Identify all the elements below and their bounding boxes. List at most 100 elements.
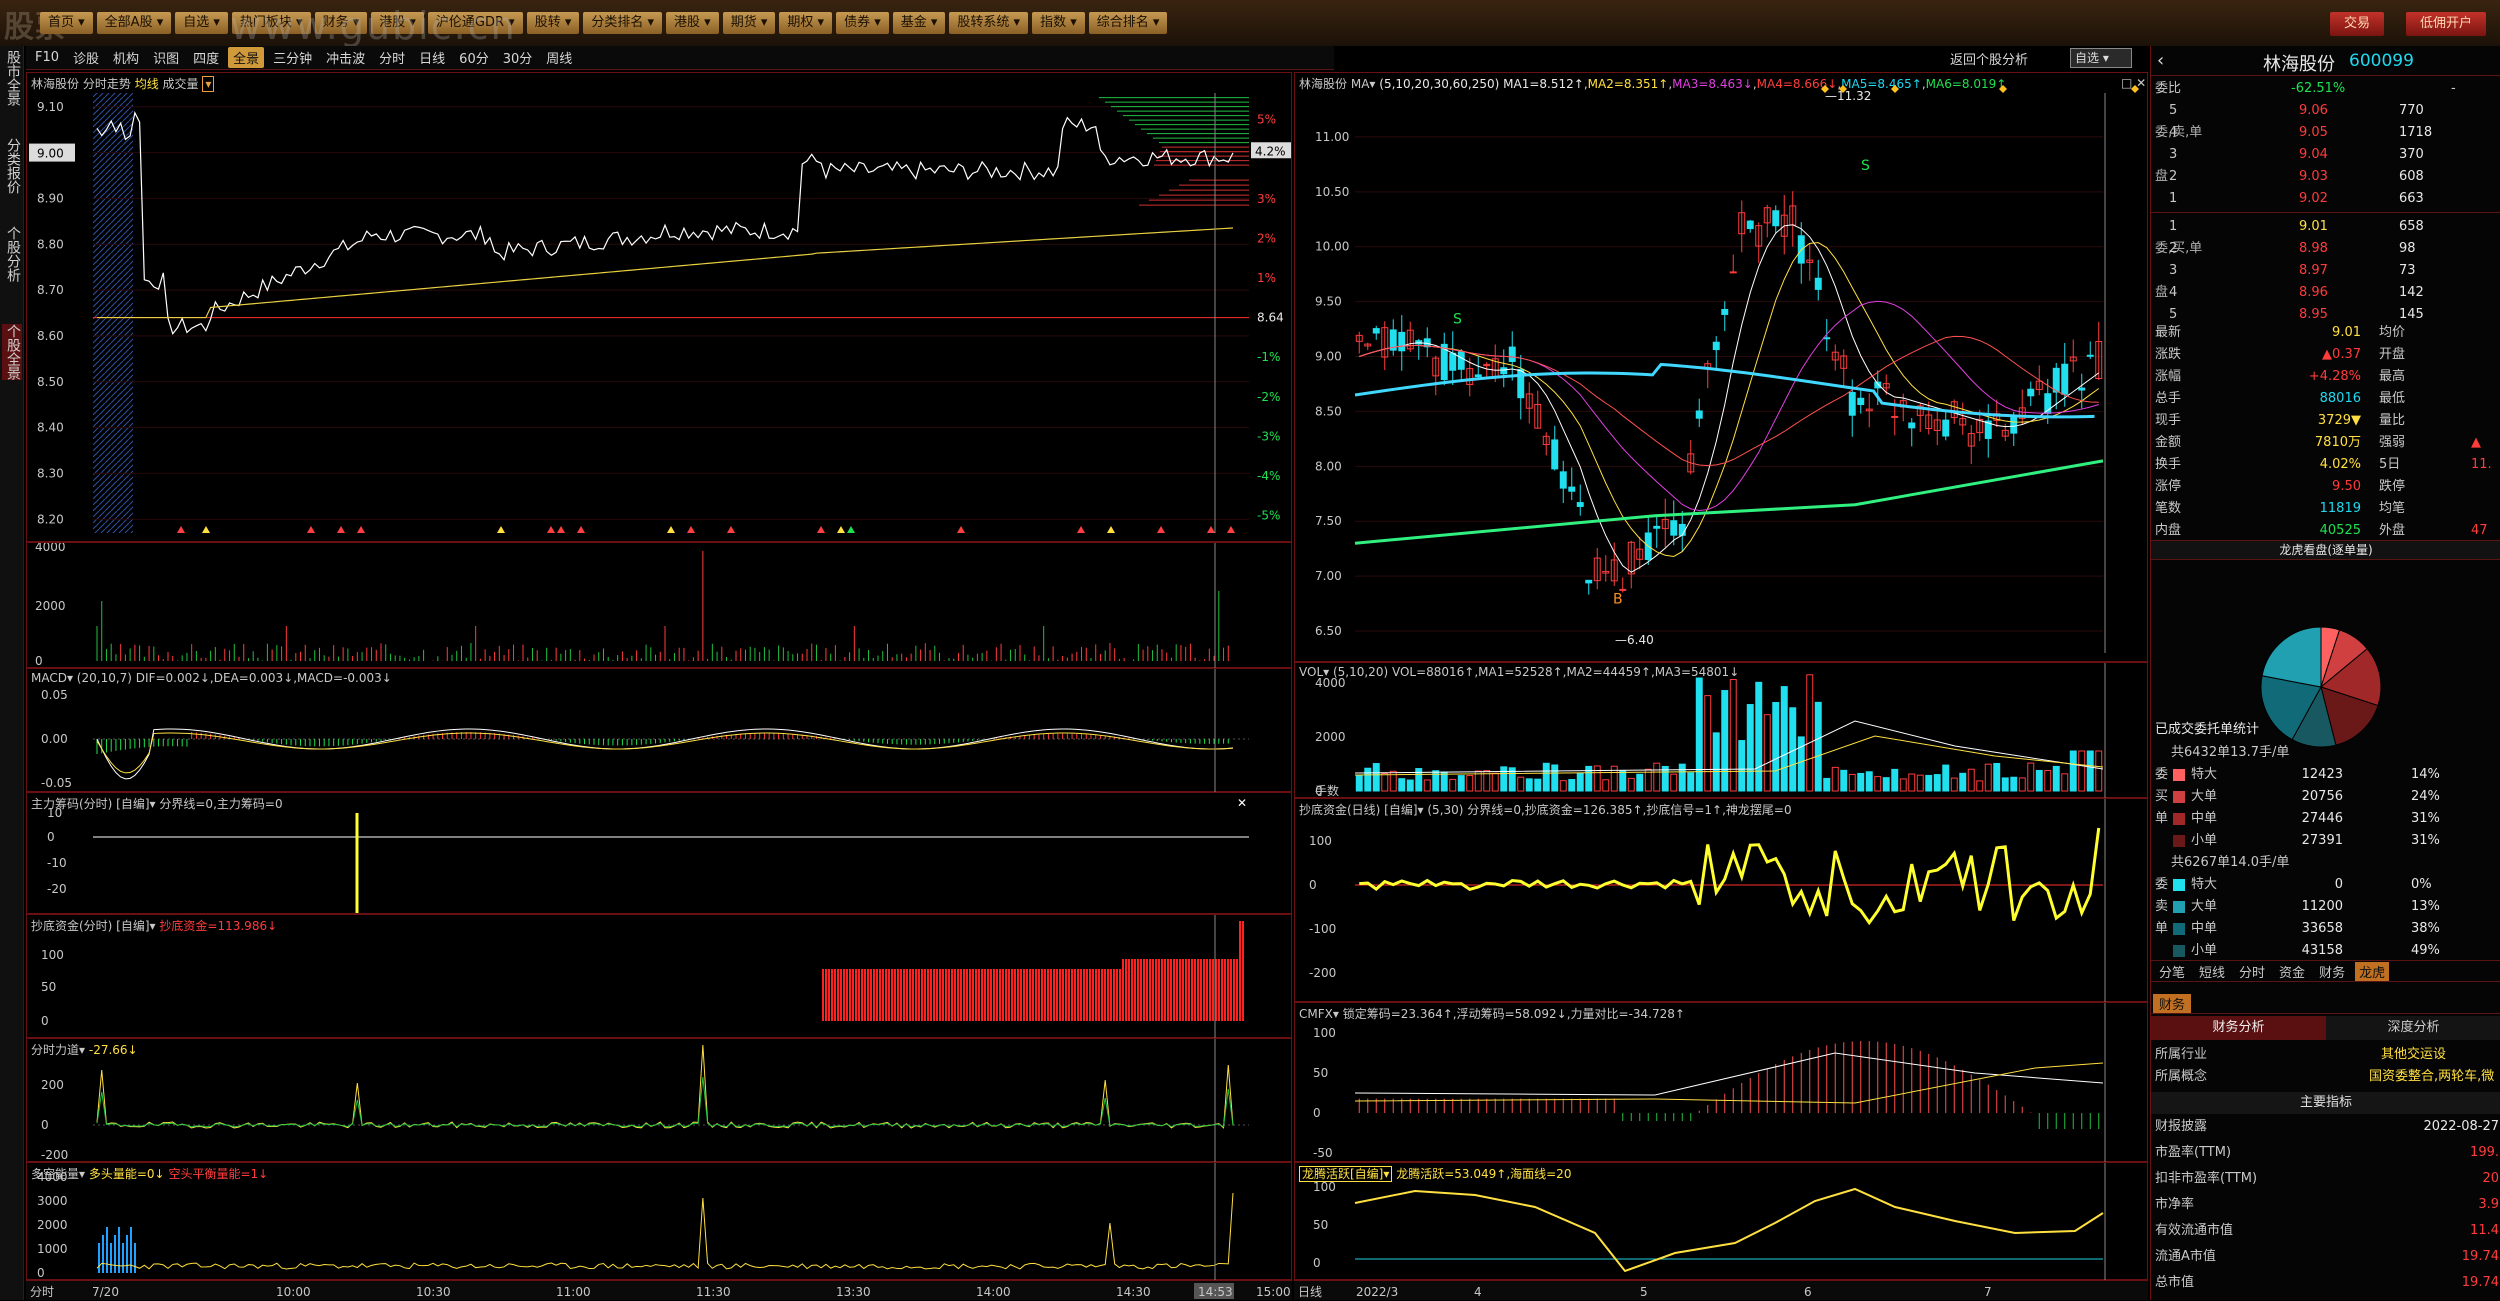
kvol-bar [1517, 776, 1525, 792]
kvol-bar [2052, 765, 2060, 792]
kvol-bar [1687, 772, 1695, 792]
buy-level-2: 委,买,单 2 8.98 98 [2155, 241, 2416, 256]
sidebar-tab-category[interactable]: 分类报价 [2, 138, 22, 194]
trade-button[interactable]: 交易 [2330, 12, 2385, 36]
fin-analysis-tab[interactable]: 财务分析 [2151, 1016, 2326, 1040]
menu-item-0[interactable]: 首页 ▾ [40, 12, 93, 34]
sidebar-tab-market[interactable]: 股市全景 [2, 50, 22, 106]
subbar-tab-0[interactable]: F10 [30, 49, 64, 66]
cmfx-panel: CMFX▾ 锁定筹码=23.364↑,浮动筹码=58.092↓,力量对比=-34… [1294, 1002, 2148, 1163]
buy-stats-row-2: 单中单 27446 31% [2155, 811, 2440, 826]
signal-marker [667, 526, 675, 533]
concept-row: 所属概念 国资委整合,两轮车,微 [2151, 1066, 2500, 1088]
quote-tab-3[interactable]: 资金 [2275, 962, 2309, 981]
fin-tab[interactable]: 财务 [2153, 994, 2192, 1013]
menu-item-1[interactable]: 全部A股 ▾ [96, 12, 172, 34]
buy-stats-row-0: 委特大 12423 14% [2155, 767, 2440, 782]
deep-analysis-tab[interactable]: 深度分析 [2326, 1016, 2500, 1040]
fin-subtabs: 财务分析 深度分析 [2151, 1016, 2500, 1040]
subbar-tab-4[interactable]: 四度 [188, 47, 224, 68]
sell-stats-head: 共6267单14.0手/单 [2171, 855, 2290, 870]
sidebar-tab-overview[interactable]: 个股全景 [2, 324, 22, 380]
force-panel: 分时力道▾ -27.66↓ 200 0 -200 [26, 1038, 1292, 1163]
kline-tick: 9.50 [1315, 295, 1342, 309]
candle-body [1772, 210, 1780, 227]
price-tick: 8.90 [37, 191, 64, 205]
kvol-bar [1976, 780, 1984, 792]
kvol-bar [1525, 778, 1533, 792]
kline-tick: 10.50 [1315, 185, 1349, 199]
intraday-volume-panel: 4000 2000 0 [26, 542, 1292, 669]
kcdz-tick: 100 [1309, 834, 1332, 848]
fsl-tick: 200 [41, 1078, 64, 1092]
menu-item-14[interactable]: 股转系统 ▾ [949, 12, 1029, 34]
menu-item-10[interactable]: 期货 ▾ [722, 12, 776, 34]
subbar-tab-6[interactable]: 三分钟 [268, 47, 317, 68]
kline-tick: 6.50 [1315, 624, 1342, 638]
pct-tick: -3% [1257, 429, 1280, 443]
back-arrow-icon[interactable]: ‹ [2157, 50, 2164, 71]
candle-body [1576, 502, 1584, 507]
kvol-bar [1364, 767, 1372, 792]
sell-signal-2: S [1453, 312, 1462, 328]
kvol-bar [1653, 762, 1661, 792]
macd-tick: -0.05 [41, 776, 72, 790]
menu-item-11[interactable]: 期权 ▾ [779, 12, 833, 34]
time-label: 10:30 [416, 1285, 451, 1299]
kcdz-line [1359, 827, 2101, 926]
subbar-tab-5[interactable]: 全景 [228, 47, 265, 68]
stat-row-6: 换手 4.02% 5日 11. [2155, 457, 2492, 472]
candle-body [1372, 328, 1380, 334]
subbar-tab-7[interactable]: 冲击波 [321, 47, 370, 68]
candle-body [1678, 523, 1686, 536]
kline-tick: 7.50 [1315, 514, 1342, 528]
menu-item-7[interactable]: 股转 ▾ [526, 12, 580, 34]
menu-item-8[interactable]: 分类排名 ▾ [583, 12, 663, 34]
concept-label: 所属概念 [2155, 1069, 2208, 1084]
quote-tab-1[interactable]: 短线 [2195, 962, 2229, 981]
signal-marker [1157, 526, 1165, 533]
menu-item-12[interactable]: 债券 ▾ [836, 12, 889, 34]
watchlist-select[interactable]: 自选 ▾ [2070, 48, 2132, 68]
intraday-price-panel: 林海股份 分时走势 均线 成交量 ▾ 9.109.008.908.808.708… [26, 72, 1292, 542]
kvol-bar [1542, 762, 1550, 792]
quote-stock-code: 600099 [2349, 51, 2414, 71]
back-to-analysis-link[interactable]: 返回个股分析 [1950, 49, 2028, 68]
menu-item-13[interactable]: 基金 ▾ [892, 12, 946, 34]
open-account-button[interactable]: 低佣开户 [2406, 12, 2487, 36]
fin-tab-row: 财务 [2151, 992, 2500, 1014]
zl-tick: 0 [47, 830, 55, 844]
quote-header: ‹ 林海股份 600099 [2151, 46, 2500, 76]
subbar-tab-3[interactable]: 识图 [148, 47, 184, 68]
metric-row-3: 市净率 3.9 [2155, 1197, 2499, 1212]
kvol-bar [1568, 779, 1576, 792]
kvol-bar [2061, 773, 2069, 792]
quote-tab-0[interactable]: 分笔 [2155, 962, 2189, 981]
kvol-bar [1619, 770, 1627, 792]
candle-body [1848, 392, 1856, 416]
menu-item-15[interactable]: 指数 ▾ [1032, 12, 1085, 34]
signal-marker [497, 526, 505, 533]
quote-tab-4[interactable]: 财务 [2315, 962, 2349, 981]
time-label: 11:30 [696, 1285, 731, 1299]
subbar-tab-11[interactable]: 30分 [498, 47, 538, 68]
kvol-bar [1857, 772, 1865, 792]
menu-item-2[interactable]: 自选 ▾ [175, 12, 228, 34]
candle-body [1457, 351, 1465, 370]
menu-item-16[interactable]: 综合排名 ▾ [1088, 12, 1168, 34]
subbar-tab-10[interactable]: 60分 [454, 47, 494, 68]
subbar-tab-1[interactable]: 诊股 [68, 47, 104, 68]
subbar-tab-8[interactable]: 分时 [374, 47, 410, 68]
menu-item-9[interactable]: 港股 ▾ [666, 12, 719, 34]
signal-marker [557, 526, 565, 533]
macd-tick: 0.05 [41, 688, 68, 702]
cmfx-chart: 100 50 0 -50 [1313, 1003, 2106, 1163]
daily-bottom-fund-panel: 抄底资金(日线) [自编]▾ (5,30) 分界线=0,抄底资金=126.385… [1294, 798, 2148, 1003]
quote-tab-2[interactable]: 分时 [2235, 962, 2269, 981]
quote-tab-5[interactable]: 龙虎 [2355, 961, 2390, 981]
signal-marker [1207, 526, 1215, 533]
subbar-tab-9[interactable]: 日线 [414, 47, 450, 68]
subbar-tab-12[interactable]: 周线 [541, 47, 577, 68]
subbar-tab-2[interactable]: 机构 [108, 47, 144, 68]
sidebar-tab-analysis[interactable]: 个股分析 [2, 226, 22, 282]
